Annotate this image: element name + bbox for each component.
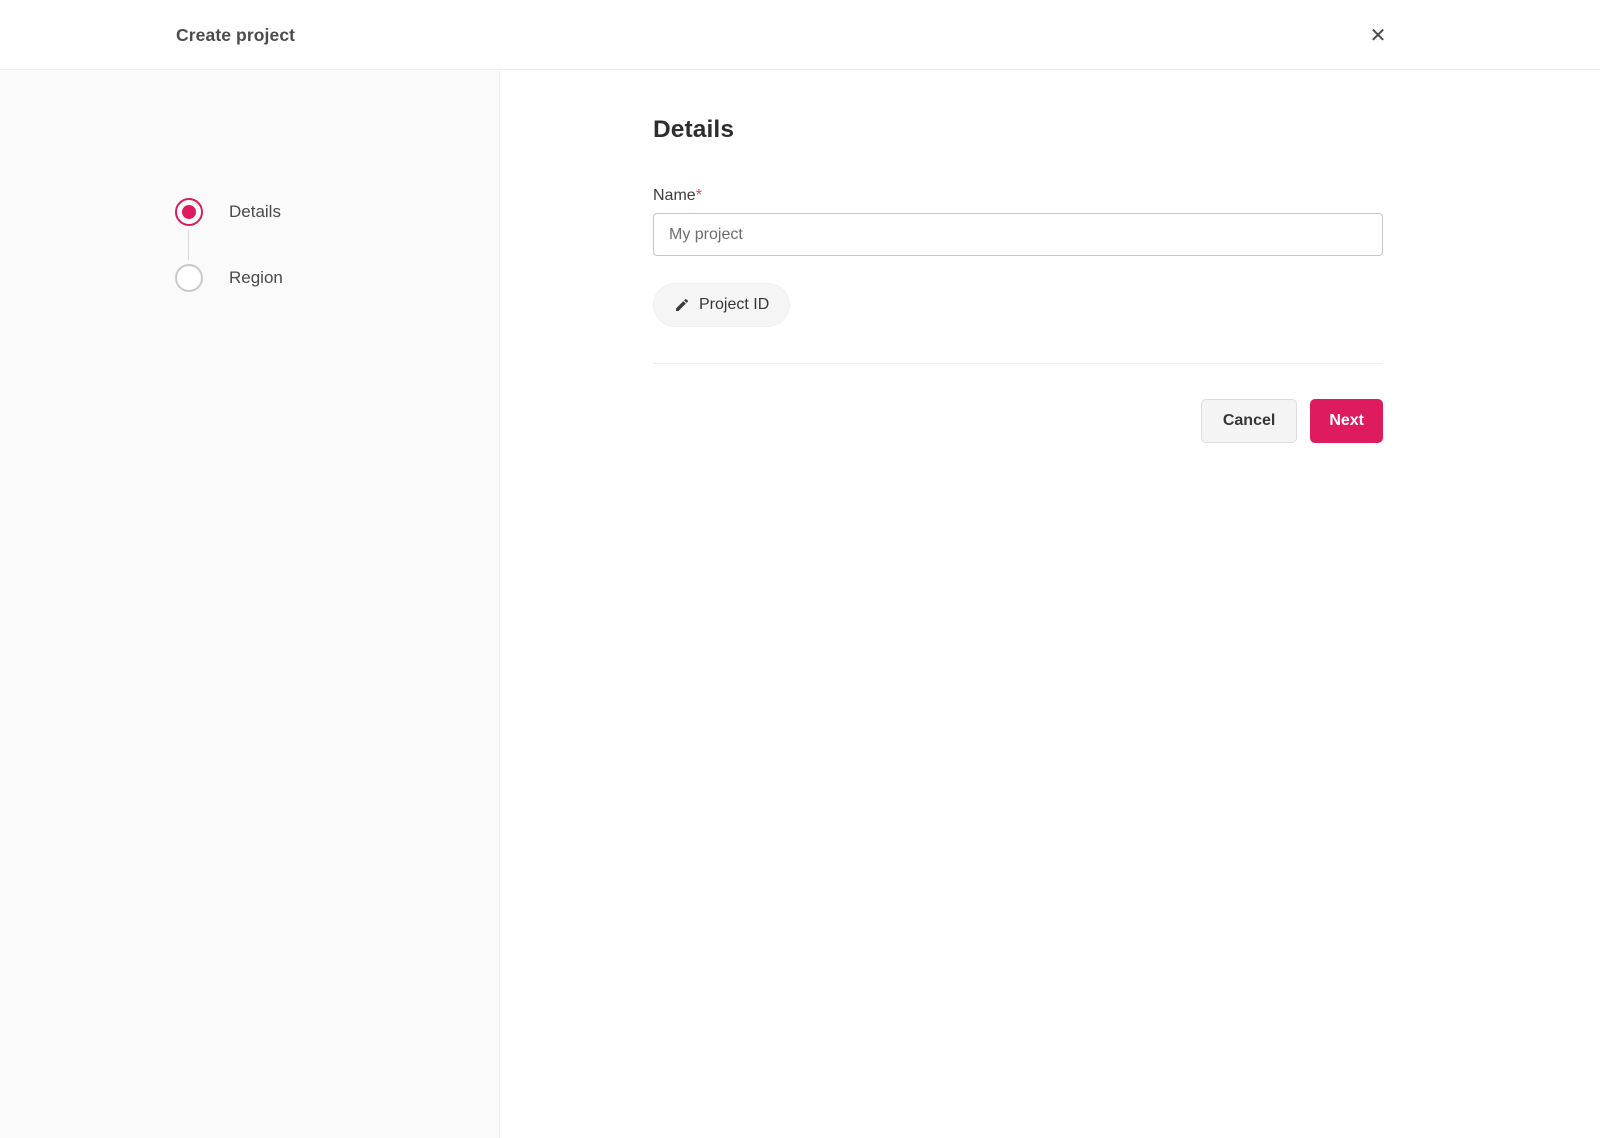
close-button[interactable]: ✕ xyxy=(1361,18,1395,52)
details-form: Details Name* Project ID Cancel Next xyxy=(653,71,1383,443)
step-radio-inactive-icon xyxy=(175,264,203,292)
wizard-stepper: Details Region xyxy=(175,198,283,292)
modal-title: Create project xyxy=(176,24,296,45)
project-id-button-label: Project ID xyxy=(699,296,770,313)
modal-header: Create project ✕ xyxy=(0,0,1600,70)
edit-pencil-icon xyxy=(674,297,690,313)
form-divider xyxy=(653,363,1383,364)
step-details-label: Details xyxy=(229,202,281,221)
close-icon: ✕ xyxy=(1369,24,1387,47)
footer-actions: Cancel Next xyxy=(653,399,1383,443)
project-name-input[interactable] xyxy=(653,213,1383,256)
step-region-label: Region xyxy=(229,268,283,287)
step-details[interactable]: Details xyxy=(175,198,283,226)
cancel-button[interactable]: Cancel xyxy=(1200,399,1298,443)
required-asterisk: * xyxy=(695,187,702,204)
section-heading: Details xyxy=(653,116,735,143)
wizard-sidebar: Details Region xyxy=(0,71,500,1138)
step-region[interactable]: Region xyxy=(175,264,283,292)
step-connector-line xyxy=(188,230,189,260)
step-radio-active-icon xyxy=(175,198,203,226)
project-id-button[interactable]: Project ID xyxy=(653,283,791,327)
next-button[interactable]: Next xyxy=(1310,399,1383,443)
name-field-label: Name* xyxy=(653,187,702,204)
main-panel: Details Name* Project ID Cancel Next xyxy=(501,71,1600,1138)
